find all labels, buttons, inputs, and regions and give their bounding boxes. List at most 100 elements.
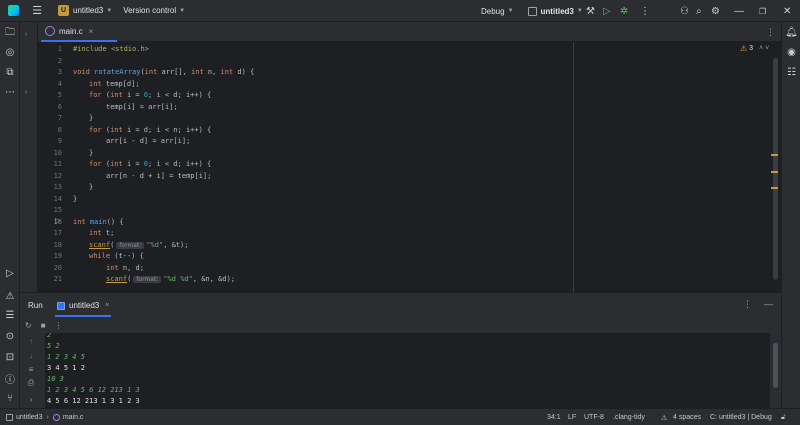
tab-main-c[interactable]: main.c × — [41, 22, 117, 42]
chevron-up-down-icon[interactable]: ˄ ˅ — [759, 45, 769, 52]
console-line: 4 5 6 12 213 1 3 1 2 3 — [47, 397, 140, 405]
indentation[interactable]: 4 spaces — [673, 409, 701, 425]
project-widget[interactable]: U untitled3 ▼ — [58, 3, 112, 19]
left-tool-strip: 🗀 ◎ ⧉ ⋯ ▷ ⚠ ☰ ⊙ ⊡ ⓘ ⑂ — [0, 22, 20, 408]
code-line: scanf(format: "%d %d", &n, &d); — [106, 275, 236, 283]
breadcrumb-project[interactable]: untitled3 — [16, 414, 42, 421]
run-target-name: untitled3 — [540, 6, 574, 16]
commit-icon[interactable]: ◎ — [0, 44, 20, 60]
run-window-title: Run — [28, 301, 43, 310]
terminal-icon[interactable]: ⊡ — [0, 349, 20, 365]
print-icon[interactable]: ⎙ — [25, 377, 37, 389]
breadcrumb: untitled3 › main.c — [6, 409, 83, 425]
close-tab-icon[interactable]: × — [89, 27, 94, 36]
soft-wrap-icon[interactable]: ≡ — [25, 363, 37, 375]
line-number: 18 — [53, 240, 62, 249]
parameter-hint: format: — [116, 241, 145, 249]
status-bar: untitled3 › main.c 34:1 LF UTF-8 .clang-… — [0, 408, 800, 425]
read-only-lock-icon[interactable]: 🔓︎ — [781, 409, 786, 425]
code-editor[interactable]: #include <stdio.h> void rotateArray(int … — [68, 42, 768, 292]
caret-position[interactable]: 34:1 — [547, 409, 561, 425]
app-logo-icon — [4, 0, 22, 22]
scroll-down-icon[interactable]: ↓ — [25, 349, 37, 361]
build-mode-selector[interactable]: Debug — [481, 7, 505, 16]
scroll-up-icon[interactable]: ↑ — [25, 335, 37, 347]
line-number: 20 — [53, 263, 62, 272]
run-header: Run untitled3 × ⋮ — — [20, 293, 781, 317]
line-number: 15 — [53, 206, 62, 214]
line-number: 9 — [57, 137, 62, 145]
version-control-widget[interactable]: Version control ▼ — [123, 6, 185, 15]
git-branch-icon[interactable]: ⑂ — [0, 390, 20, 406]
hide-panel-icon[interactable]: — — [764, 299, 773, 310]
database-icon[interactable]: ☷ — [782, 64, 800, 80]
close-tab-icon[interactable]: × — [105, 302, 109, 309]
more-tools-icon[interactable]: ⋯ — [0, 84, 20, 100]
search-icon[interactable]: ⌕ — [696, 0, 702, 22]
notifications-bell-icon[interactable]: 🔔︎ — [782, 24, 800, 40]
code-line: int n, d; — [106, 263, 144, 272]
debug-icon[interactable]: ✲ — [620, 0, 628, 22]
more-options-icon[interactable]: ⋮ — [55, 321, 63, 330]
user-icon[interactable]: ⚇ — [680, 0, 689, 22]
code-line: int temp[d]; — [89, 79, 140, 88]
chevron-right-icon[interactable]: › — [18, 84, 34, 100]
run-icon[interactable]: ▷ — [603, 0, 611, 22]
line-number: 13 — [53, 183, 62, 191]
line-number: 17 — [53, 229, 62, 237]
file-encoding[interactable]: UTF-8 — [584, 409, 604, 425]
notifications-log-icon[interactable]: ⓘ — [0, 370, 20, 386]
line-number: 1 — [57, 45, 62, 53]
code-style-formatter[interactable]: .clang-tidy — [613, 409, 645, 425]
console-output[interactable]: 2 5 2 1 2 3 4 5 3 4 5 1 2 10 3 1 2 3 4 5… — [45, 333, 770, 409]
stop-icon[interactable]: ■ — [41, 321, 46, 330]
console-line: 10 3 — [47, 375, 64, 383]
code-line: arr[i - d] = arr[i]; — [106, 137, 191, 145]
options-menu-icon[interactable]: ⋮ — [743, 299, 752, 310]
project-panel-collapsed: › › — [20, 22, 38, 292]
project-badge: U — [58, 5, 69, 16]
warning-marker[interactable] — [771, 187, 778, 189]
ai-assistant-icon[interactable]: ◉ — [782, 44, 800, 60]
run-main-gutter-icon[interactable]: ▷ — [55, 216, 61, 225]
folder-icon[interactable]: 🗀 — [0, 25, 20, 41]
line-number: 6 — [57, 102, 62, 111]
warning-marker[interactable] — [771, 154, 778, 156]
close-window-icon[interactable]: ✕ — [783, 0, 791, 22]
inspection-widget[interactable]: ⚠ 3 ˄ ˅ — [740, 44, 769, 53]
warning-marker[interactable] — [771, 171, 778, 173]
chevron-right-icon[interactable]: › — [18, 26, 34, 42]
services-icon[interactable]: ⊙ — [0, 328, 20, 344]
build-context[interactable]: C: untitled3 | Debug — [710, 409, 772, 425]
settings-gear-icon[interactable]: ⚙ — [711, 0, 720, 22]
console-line: 1 2 3 4 5 6 12 213 1 3 — [47, 386, 140, 394]
rerun-icon[interactable]: ↻ — [25, 321, 32, 330]
build-hammer-icon[interactable]: ⚒ — [586, 0, 595, 22]
run-tab-untitled3[interactable]: untitled3 × — [55, 296, 112, 317]
line-number: 2 — [57, 56, 62, 65]
code-line: scanf(format: "%d", &t); — [89, 240, 189, 249]
todo-icon[interactable]: ☰ — [0, 307, 20, 323]
expand-icon[interactable]: › — [25, 393, 37, 405]
more-actions-icon[interactable]: ⋮ — [640, 0, 650, 22]
console-scrollbar[interactable] — [773, 343, 778, 388]
c-file-icon — [52, 414, 60, 421]
breadcrumb-file[interactable]: main.c — [63, 414, 84, 421]
run-tab-label: untitled3 — [69, 301, 100, 310]
right-tool-strip: 🔔︎ ◉ ☷ — [781, 22, 800, 408]
run-target-selector[interactable]: untitled3 ▼ — [527, 6, 583, 16]
minimize-window-icon[interactable]: — — [734, 0, 744, 22]
line-separator[interactable]: LF — [568, 409, 576, 425]
tabs-menu-icon[interactable]: ⋮ — [766, 22, 775, 42]
code-line: int main() { — [73, 217, 124, 226]
problems-icon[interactable]: ⚠ — [0, 288, 20, 304]
run-side-toolbar: ↑ ↓ ≡ ⎙ › — [20, 333, 42, 409]
structure-icon[interactable]: ⧉ — [0, 64, 20, 80]
restore-window-icon[interactable]: ❐ — [759, 0, 766, 22]
warning-count: 3 — [749, 45, 754, 52]
main-menu-icon[interactable]: ☰ — [28, 0, 46, 22]
chevron-down-icon: ▼ — [507, 8, 514, 14]
code-line: for (int i = d; i < n; i++) { — [89, 125, 212, 134]
editor-scrollbar[interactable] — [773, 58, 778, 280]
run-tool-icon[interactable]: ▷ — [0, 265, 20, 281]
